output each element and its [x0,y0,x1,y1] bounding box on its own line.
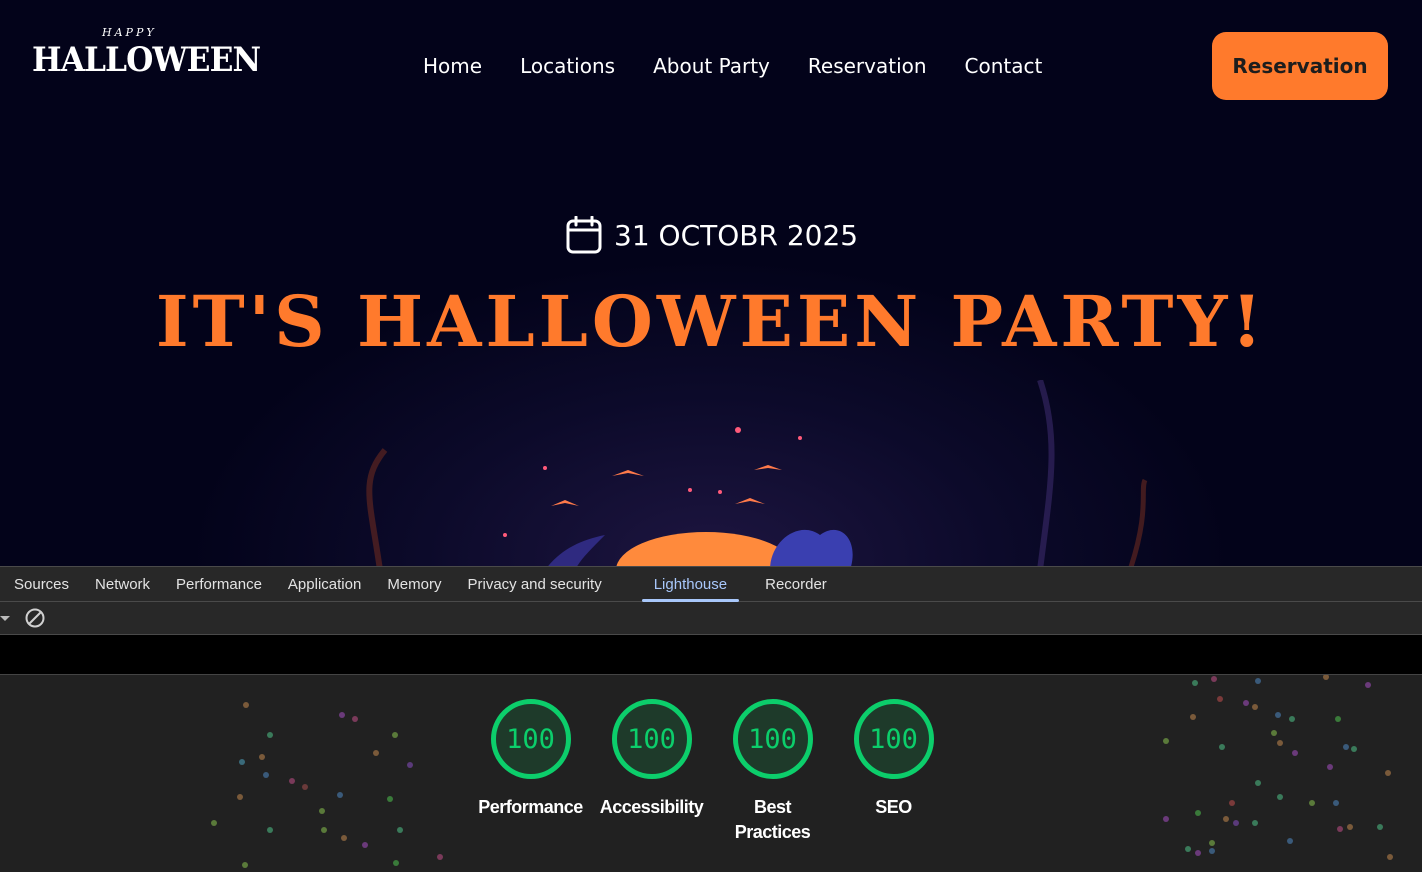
dropdown-caret-icon[interactable] [0,615,10,621]
score-gauges: 100 Performance 100 Accessibility 100 Be… [470,699,954,845]
calendar-icon [566,216,602,254]
event-date-text: 31 OCTOBR 2025 [614,218,859,252]
event-date: 31 OCTOBR 2025 [566,216,858,254]
seo-gauge: 100 [853,699,934,779]
nav-home[interactable]: Home [423,54,482,78]
devtools-tabbar: Sources Network Performance Application … [0,567,1422,602]
main-nav: Home Locations About Party Reservation C… [423,54,1042,78]
clear-icon[interactable] [24,607,46,629]
tab-lighthouse[interactable]: Lighthouse [641,567,740,602]
logo-halloween-text: HALLOWEEN [32,40,261,80]
score-best-practices[interactable]: 100 Best Practices [712,699,833,845]
score-accessibility[interactable]: 100 Accessibility [591,699,712,845]
tab-privacy-and-security[interactable]: Privacy and security [467,567,601,602]
seo-label: SEO [875,797,912,817]
tab-memory[interactable]: Memory [387,567,441,602]
report-url-bar [0,635,1422,675]
score-seo[interactable]: 100 SEO [833,699,954,845]
best-practices-label: Best Practices [734,797,811,842]
nav-about-party[interactable]: About Party [653,54,770,78]
score-performance[interactable]: 100 Performance [470,699,591,845]
best-practices-gauge: 100 [732,699,813,779]
performance-gauge: 100 [490,699,571,779]
devtools-panel: Sources Network Performance Application … [0,566,1422,872]
tab-recorder[interactable]: Recorder [765,567,827,602]
nav-reservation[interactable]: Reservation [808,54,927,78]
nav-locations[interactable]: Locations [520,54,615,78]
logo-happy-text: HAPPY [102,26,157,39]
confetti-decoration-left [211,702,443,868]
tab-application[interactable]: Application [288,567,361,602]
accessibility-label: Accessibility [599,797,704,817]
nav-contact[interactable]: Contact [965,54,1043,78]
performance-label: Performance [478,797,583,817]
halloween-scene-illustration [366,380,1148,566]
website-viewport: HAPPY HALLOWEEN Home Locations About Par… [0,0,1422,566]
lighthouse-toolbar [0,602,1422,635]
confetti-decoration-right [1163,675,1393,860]
reservation-button[interactable]: Reservation [1212,32,1388,100]
lighthouse-report: 100 Performance 100 Accessibility 100 Be… [0,675,1422,872]
accessibility-gauge: 100 [611,699,692,779]
tab-sources[interactable]: Sources [14,567,69,602]
tab-network[interactable]: Network [95,567,150,602]
tab-performance[interactable]: Performance [176,567,262,602]
halloween-logo[interactable]: HAPPY HALLOWEEN [32,26,261,96]
hero-headline: IT'S HALLOWEEN PARTY! [155,280,1267,363]
